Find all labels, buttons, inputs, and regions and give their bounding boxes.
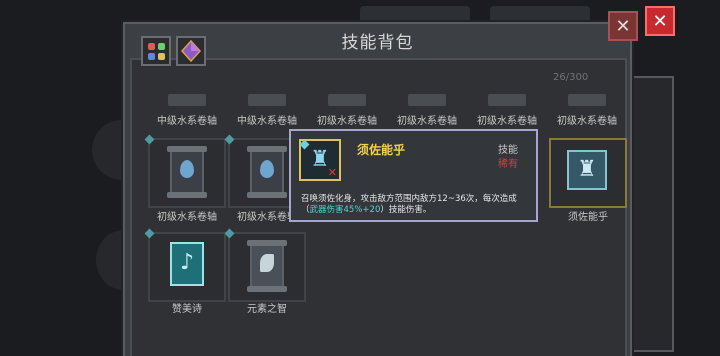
unequipped-icon: ✕ (327, 166, 337, 179)
description-highlight: 武器伤害45%+20 (309, 205, 381, 215)
item-label: 元素之智 (247, 304, 287, 315)
tab-all-items[interactable] (141, 36, 171, 66)
scroll-icon (248, 94, 286, 106)
grid-icon (158, 53, 165, 60)
item-label: 须佐能乎 (568, 212, 608, 223)
scroll-icon (167, 146, 207, 198)
tooltip-description: 召唤须佐化身，攻击敌方范围内敌方12~36次，每次造成（武器伤害45%+20）技… (301, 194, 526, 216)
description-text: ）技能伤害。 (380, 205, 432, 215)
close-button[interactable]: ✕ (645, 6, 675, 36)
item-tooltip: ♜ ✕ 须佐能乎 技能 稀有 召唤须佐化身，攻击敌方范围内敌方12~36次，每次… (289, 129, 538, 222)
gem-icon (180, 39, 202, 63)
scroll-icon (408, 94, 446, 106)
wing-icon (247, 240, 287, 292)
water-drop-icon (260, 160, 274, 178)
scroll-icon (168, 94, 206, 106)
grid-icon (158, 43, 165, 50)
music-note-icon: ♪ (170, 242, 204, 286)
window-close-button[interactable]: ✕ (608, 11, 638, 41)
scroll-icon (568, 94, 606, 106)
scroll-icon (247, 146, 287, 198)
tab-gems[interactable] (176, 36, 206, 66)
water-drop-icon (180, 160, 194, 178)
grid-icon (148, 43, 155, 50)
wing-glyph-icon (260, 254, 274, 272)
tooltip-rarity: 稀有 (498, 159, 518, 170)
scroll-icon (488, 94, 526, 106)
tooltip-item-name: 须佐能乎 (357, 143, 406, 157)
scroll-icon (328, 94, 366, 106)
item-label: 初级水系卷轴 (557, 116, 617, 127)
item-count: 26/300 (553, 72, 589, 83)
tooltip-item-type: 技能 (498, 145, 518, 156)
grid-icon (148, 53, 155, 60)
crown-icon: ♜ (567, 150, 607, 190)
